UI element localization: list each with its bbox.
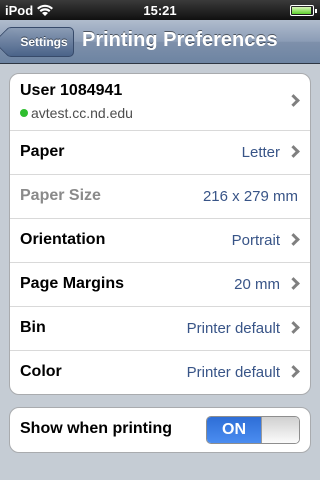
setting-row-orientation[interactable]: Orientation Portrait <box>10 218 310 262</box>
back-button-label: Settings <box>20 35 68 49</box>
setting-value: Letter <box>241 144 280 161</box>
setting-value: 20 mm <box>234 276 280 293</box>
battery-icon <box>290 5 317 16</box>
setting-value: Printer default <box>186 320 280 337</box>
page-title: Printing Preferences <box>82 29 278 51</box>
printer-row[interactable]: User 1084941 avtest.cc.nd.edu <box>10 74 310 130</box>
setting-label: Paper Size <box>20 187 101 204</box>
setting-row-bin[interactable]: Bin Printer default <box>10 306 310 350</box>
chevron-right-icon <box>287 277 300 290</box>
setting-row-paper-size: Paper Size 216 x 279 mm <box>10 174 310 218</box>
clock: 15:21 <box>143 3 177 18</box>
printer-host: avtest.cc.nd.edu <box>20 105 133 121</box>
navigation-bar: Settings Printing Preferences <box>0 20 320 64</box>
toggle-state-label: ON <box>207 417 261 443</box>
show-when-printing-toggle[interactable]: ON <box>206 416 300 444</box>
status-bar: iPod 15:21 <box>0 0 320 20</box>
back-button[interactable]: Settings <box>6 27 74 57</box>
printer-host-text: avtest.cc.nd.edu <box>31 105 133 121</box>
setting-value: Portrait <box>231 232 280 249</box>
setting-label: Color <box>20 363 62 380</box>
setting-label: Paper <box>20 143 65 160</box>
chevron-right-icon <box>287 321 300 334</box>
setting-row-color[interactable]: Color Printer default <box>10 350 310 394</box>
printer-settings-group: User 1084941 avtest.cc.nd.edu Paper Lett… <box>9 73 311 395</box>
status-dot-icon <box>20 109 28 117</box>
toggle-knob[interactable] <box>261 417 299 443</box>
show-when-printing-row: Show when printing ON <box>10 408 310 452</box>
setting-label: Page Margins <box>20 275 125 292</box>
chevron-right-icon <box>287 145 300 158</box>
chevron-right-icon <box>287 365 300 378</box>
setting-row-paper[interactable]: Paper Letter <box>10 130 310 174</box>
chevron-right-icon <box>287 94 300 107</box>
setting-value: 216 x 279 mm <box>202 188 298 205</box>
show-when-printing-label: Show when printing <box>20 420 172 437</box>
chevron-right-icon <box>287 233 300 246</box>
show-when-printing-group: Show when printing ON <box>9 407 311 453</box>
setting-label: Bin <box>20 319 46 336</box>
printer-name: User 1084941 <box>20 82 123 99</box>
setting-row-page-margins[interactable]: Page Margins 20 mm <box>10 262 310 306</box>
setting-value: Printer default <box>186 364 280 381</box>
setting-label: Orientation <box>20 231 106 248</box>
